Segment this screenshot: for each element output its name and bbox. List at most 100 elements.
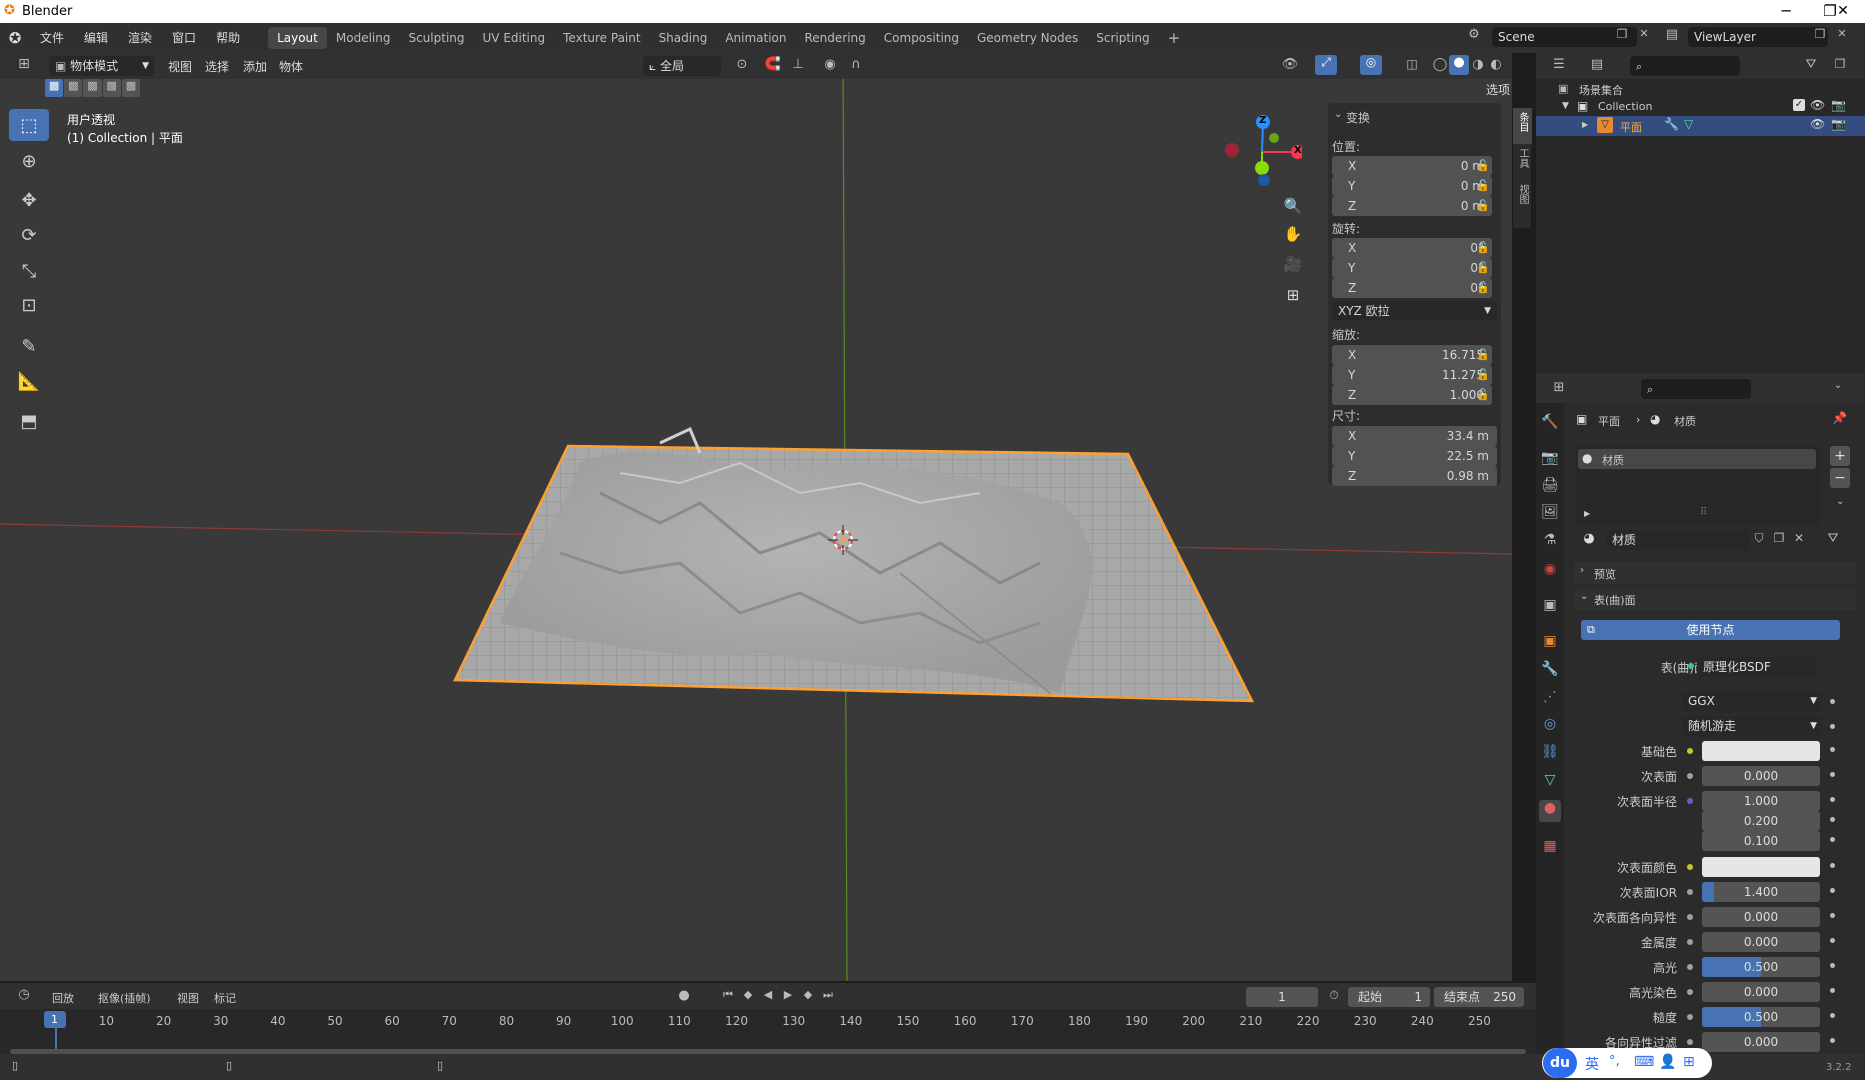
jump-start-icon[interactable]: ⏮ — [720, 988, 736, 1002]
scene-collection-label[interactable]: 场景集合 — [1579, 82, 1623, 98]
tool-tab-icon[interactable]: 🔨 — [1541, 414, 1559, 432]
viewport-menu-add[interactable]: 添加 — [243, 58, 267, 75]
tab-animation[interactable]: Animation — [716, 27, 795, 49]
play-reverse-icon[interactable]: ◀ — [760, 988, 776, 1001]
material-slot-item[interactable]: ● 材质 — [1578, 449, 1816, 469]
outliner-search[interactable]: ⌕ — [1630, 56, 1740, 76]
lock-icon[interactable]: 🔓 — [1476, 241, 1490, 255]
lock-icon[interactable]: 🔓 — [1476, 261, 1490, 275]
bsdf-row-value-field[interactable]: 0.500 — [1702, 1007, 1820, 1027]
delete-scene-icon[interactable]: ✕ — [1636, 27, 1652, 40]
pin-icon[interactable]: 📌 — [1832, 411, 1847, 425]
tab-uv-editing[interactable]: UV Editing — [474, 27, 555, 49]
location-x-field[interactable]: X0 m — [1332, 156, 1492, 176]
record-icon[interactable]: ● — [676, 988, 692, 1003]
menu-window[interactable]: 窗口 — [162, 23, 206, 53]
socket-dot-icon[interactable] — [1687, 1039, 1693, 1045]
bsdf-row-value-field[interactable]: 0.000 — [1702, 907, 1820, 927]
bsdf-row-value-field[interactable] — [1702, 857, 1820, 877]
menu-edit[interactable]: 编辑 — [74, 23, 118, 53]
checkbox-icon[interactable]: ✓ — [1793, 99, 1805, 111]
tab-texture-paint[interactable]: Texture Paint — [554, 27, 649, 49]
socket-dot-icon[interactable] — [1687, 864, 1693, 870]
play-icon[interactable]: ▶ — [780, 988, 796, 1001]
select-subtract-icon[interactable]: ▩ — [83, 79, 102, 97]
snap-target-icon[interactable]: ⊥ — [785, 57, 811, 72]
ime-punctuation[interactable]: °, — [1609, 1054, 1620, 1069]
new-view-layer-icon[interactable]: ❐ — [1812, 27, 1828, 41]
particles-tab-icon[interactable]: ⋰ — [1541, 689, 1559, 707]
rotation-mode-dropdown[interactable]: XYZ 欧拉 ▼ — [1332, 301, 1497, 321]
transform-header[interactable]: 变换 — [1346, 109, 1370, 126]
shading-material-icon[interactable]: ◑ — [1469, 57, 1487, 72]
render-tab-icon[interactable]: 📷 — [1541, 450, 1559, 468]
tab-view[interactable]: 视图 — [1513, 180, 1532, 216]
socket-dot-icon[interactable] — [1687, 773, 1693, 779]
tab-modeling[interactable]: Modeling — [327, 27, 400, 49]
blender-menu-icon[interactable]: ✪ — [0, 29, 30, 47]
keyframe-dot-icon[interactable] — [1830, 888, 1835, 893]
timeline-editor-icon[interactable]: ◷ — [10, 987, 38, 1002]
socket-dot-icon[interactable] — [1687, 798, 1693, 804]
select-extend-icon[interactable]: ▩ — [64, 79, 83, 97]
material-browse-icon[interactable]: ◕ — [1576, 531, 1602, 546]
tool-scale[interactable]: ⤡ — [9, 255, 49, 287]
ime-keyboard-icon[interactable]: ⌨ — [1634, 1054, 1654, 1070]
world-tab-icon[interactable]: ◉ — [1541, 561, 1559, 579]
lock-icon[interactable]: 🔓 — [1476, 179, 1490, 193]
camera-render-icon[interactable]: 📷 — [1831, 98, 1846, 112]
filter-icon[interactable]: ⛛ — [1798, 57, 1824, 72]
bsdf-row-value-field[interactable] — [1702, 741, 1820, 761]
scene-tab-icon[interactable]: ⚗ — [1541, 532, 1559, 550]
properties-editor-icon[interactable]: ⊞ — [1546, 380, 1572, 395]
shading-wireframe-icon[interactable]: ◯ — [1431, 57, 1449, 72]
tab-geometry-nodes[interactable]: Geometry Nodes — [968, 27, 1087, 49]
keyframe-dot-icon[interactable] — [1830, 988, 1835, 993]
view-layer-field[interactable]: ViewLayer — [1688, 27, 1828, 47]
scale-x-field[interactable]: X 16.715 — [1332, 345, 1492, 365]
tool-annotate[interactable]: ✎ — [9, 330, 49, 362]
distribution-dropdown[interactable]: GGX ▼ — [1682, 691, 1822, 711]
add-slot-button[interactable]: + — [1830, 446, 1850, 466]
start-frame-field[interactable]: 起始 1 — [1348, 987, 1430, 1007]
tab-compositing[interactable]: Compositing — [875, 27, 968, 49]
socket-dot-icon[interactable] — [1687, 1014, 1693, 1020]
tool-transform[interactable]: ⊡ — [9, 289, 49, 321]
keyframe-dot-icon[interactable] — [1830, 772, 1835, 777]
gizmo-toggle-icon[interactable]: ⤢ — [1315, 55, 1337, 75]
shading-solid-icon[interactable]: ● — [1449, 55, 1469, 75]
bsdf-row-value-field[interactable]: 0.000 — [1702, 982, 1820, 1002]
stopwatch-icon[interactable]: ⏱ — [1326, 988, 1342, 1003]
rotation-z-field[interactable]: Z 0° — [1332, 278, 1492, 298]
select-invert-icon[interactable]: ▩ — [102, 79, 121, 97]
next-keyframe-icon[interactable]: ◆ — [800, 988, 816, 1001]
bsdf-row-value-field[interactable]: 1.000 — [1702, 791, 1820, 811]
proportional-edit-icon[interactable]: ◉ — [820, 57, 840, 72]
camera-render-icon[interactable]: 📷 — [1831, 117, 1846, 131]
socket-dot-icon[interactable] — [1687, 748, 1693, 754]
scale-z-field[interactable]: Z 1.000 — [1332, 385, 1492, 405]
keyframe-dot-icon[interactable] — [1830, 817, 1835, 822]
pan-hand-icon[interactable]: ✋ — [1280, 225, 1306, 243]
new-scene-icon[interactable]: ❐ — [1614, 27, 1630, 41]
location-z-field[interactable]: Z0 m — [1332, 196, 1492, 216]
bsdf-row-value-field[interactable]: 0.000 — [1702, 932, 1820, 952]
tab-rendering[interactable]: Rendering — [796, 27, 875, 49]
tool-cursor[interactable]: ⊕ — [9, 145, 49, 177]
properties-search[interactable]: ⌕ — [1641, 379, 1751, 399]
use-nodes-button[interactable]: ⧉ 使用节点 — [1581, 620, 1840, 640]
viewport-menu-object[interactable]: 物体 — [279, 58, 303, 75]
dimensions-x-field[interactable]: X 33.4 m — [1332, 426, 1497, 446]
menu-render[interactable]: 渲染 — [118, 23, 162, 53]
resize-handle-icon[interactable]: ⠿ — [1700, 507, 1707, 518]
material-name-field[interactable]: 材质 — [1606, 530, 1750, 550]
rotation-y-field[interactable]: Y 0° — [1332, 258, 1492, 278]
new-collection-icon[interactable]: ❐ — [1830, 57, 1850, 71]
visibility-icon[interactable]: 👁 — [1277, 57, 1303, 72]
lock-icon[interactable]: 🔓 — [1476, 199, 1490, 213]
close-button[interactable]: ✕ — [1821, 0, 1865, 23]
ime-grid-icon[interactable]: ⊞ — [1683, 1054, 1695, 1070]
overlay-toggle-icon[interactable]: ◎ — [1360, 55, 1382, 75]
tool-add-cube[interactable]: ⬒ — [9, 405, 49, 437]
duplicate-icon[interactable]: ❐ — [1770, 531, 1788, 545]
